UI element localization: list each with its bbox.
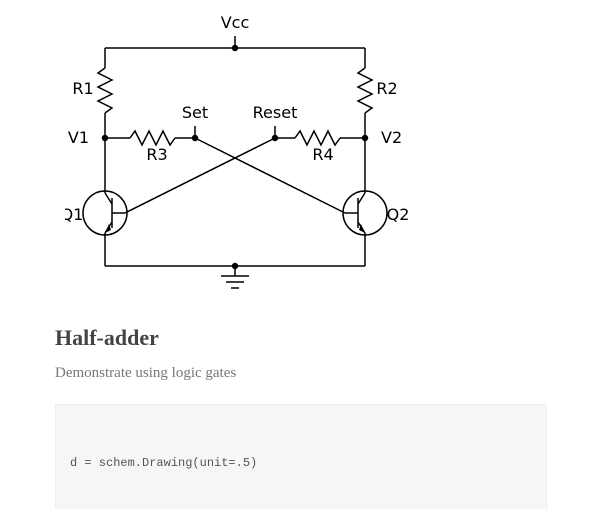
label-set: Set [182, 103, 208, 122]
label-q1: Q1 [65, 205, 83, 224]
label-r2: R2 [376, 79, 397, 98]
label-v2: V2 [381, 128, 402, 147]
label-v1: V1 [68, 128, 89, 147]
label-q2: Q2 [387, 205, 410, 224]
label-reset: Reset [253, 103, 298, 122]
label-r4: R4 [312, 145, 333, 164]
section-subtitle: Demonstrate using logic gates [55, 365, 547, 382]
code-line: d = schem.Drawing(unit=.5) [70, 454, 532, 473]
label-vcc: Vcc [221, 13, 250, 32]
label-r3: R3 [146, 145, 167, 164]
section-heading: Half-adder [55, 325, 547, 351]
label-r1: R1 [72, 79, 93, 98]
circuit-schematic: Vcc R1 R2 V1 V2 [65, 8, 547, 303]
code-block: d = schem.Drawing(unit=.5) S = d.add(l.X… [55, 404, 547, 509]
